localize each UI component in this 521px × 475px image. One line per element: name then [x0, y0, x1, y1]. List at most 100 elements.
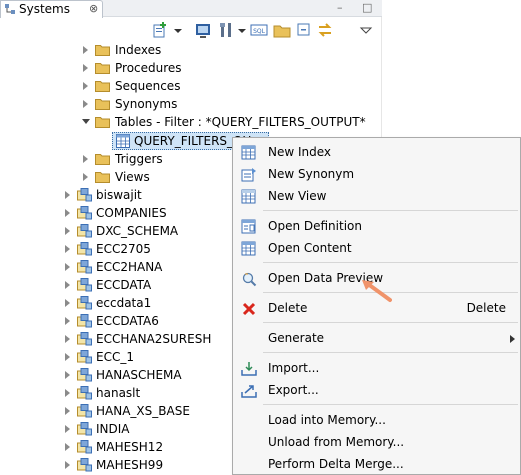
dropdown-chevron-icon[interactable]: [169, 21, 182, 39]
tree-item-indexes[interactable]: Indexes: [80, 41, 280, 59]
menu-item-open-definition[interactable]: Open Definition: [233, 215, 520, 237]
delete-icon: [242, 302, 256, 316]
folder-open-icon: [95, 117, 110, 128]
open-definition-icon: [241, 219, 256, 234]
schema-icon: [77, 296, 92, 310]
menu-item-open-content[interactable]: Open Content: [233, 237, 520, 259]
expand-icon[interactable]: [65, 245, 70, 253]
tree-item-schema[interactable]: HANA_XS_BASE: [62, 402, 232, 420]
dropdown-chevron-icon[interactable]: [233, 21, 246, 39]
expand-icon[interactable]: [65, 209, 70, 217]
menu-item-export[interactable]: Export...: [233, 379, 520, 401]
tree-item-schema[interactable]: INDIA: [62, 420, 232, 438]
tree-item-label: Triggers: [115, 152, 163, 166]
folder-icon: [95, 172, 110, 183]
sql-console-icon[interactable]: [194, 21, 212, 39]
folder-icon: [95, 81, 110, 92]
tree-item-label: Sequences: [115, 79, 181, 93]
menu-item-unload-from-memory[interactable]: Unload from Memory...: [233, 431, 520, 453]
tree-item-label: Synonyms: [115, 97, 178, 111]
expand-icon[interactable]: [83, 173, 88, 181]
schema-icon: [77, 188, 92, 202]
expand-icon[interactable]: [65, 353, 70, 361]
expand-icon[interactable]: [65, 299, 70, 307]
expand-icon[interactable]: [83, 46, 88, 54]
expand-icon[interactable]: [83, 100, 88, 108]
tree-item-schema[interactable]: COMPANIES: [62, 204, 232, 222]
tree-item-schema[interactable]: MAHESH12: [62, 438, 232, 456]
folder-icon: [95, 45, 110, 56]
tree-item-schema[interactable]: eccdata1: [62, 294, 232, 312]
sql-icon[interactable]: SQL: [250, 21, 268, 39]
expand-icon[interactable]: [65, 335, 70, 343]
expand-icon[interactable]: [65, 389, 70, 397]
menu-item-new-index[interactable]: New Index: [233, 141, 520, 163]
tree-item-sequences[interactable]: Sequences: [80, 77, 280, 95]
collapse-icon[interactable]: [82, 119, 90, 124]
close-icon[interactable]: ⊗: [89, 1, 98, 17]
tree-item-schema[interactable]: hanaslt: [62, 384, 232, 402]
schema-icon: [77, 404, 92, 418]
annotation-arrow-icon: [362, 280, 392, 302]
systems-icon: [5, 4, 15, 14]
expand-icon[interactable]: [65, 371, 70, 379]
import-icon: [241, 362, 257, 376]
menu-item-generate[interactable]: Generate: [233, 327, 520, 349]
schema-icon: [77, 422, 92, 436]
expand-icon[interactable]: [65, 407, 70, 415]
tree-item-schema[interactable]: ECCDATA6: [62, 312, 232, 330]
tree-item-schema[interactable]: biswajit: [62, 186, 232, 204]
menu-item-import[interactable]: Import...: [233, 357, 520, 379]
tree-item-synonyms[interactable]: Synonyms: [80, 95, 280, 113]
schema-icon: [77, 260, 92, 274]
open-content-icon: [241, 241, 256, 256]
tree-item-schema[interactable]: ECC2HANA: [62, 258, 232, 276]
add-system-icon[interactable]: [151, 21, 169, 39]
menu-item-perform-delta-merge[interactable]: Perform Delta Merge...: [233, 453, 520, 475]
tree-item-procedures[interactable]: Procedures: [80, 59, 280, 77]
tab-systems[interactable]: Systems ⊗: [0, 0, 103, 18]
view-window-controls[interactable]: – □: [337, 1, 380, 14]
tree-item-label: MAHESH99: [96, 458, 164, 472]
menu-item-label: Import...: [268, 361, 320, 375]
menu-item-load-into-memory[interactable]: Load into Memory...: [233, 409, 520, 431]
tree-item-label: ECCDATA6: [96, 314, 159, 328]
schema-icon: [77, 332, 92, 346]
new-index-icon: [241, 145, 256, 160]
tree-item-tables[interactable]: Tables - Filter : *QUERY_FILTERS_OUTPUT*: [80, 113, 380, 131]
schema-icon: [77, 206, 92, 220]
expand-icon[interactable]: [65, 281, 70, 289]
submenu-arrow-icon: [510, 335, 515, 343]
expand-icon[interactable]: [65, 443, 70, 451]
expand-icon[interactable]: [83, 82, 88, 90]
tree-item-schema[interactable]: HANASCHEMA: [62, 366, 232, 384]
tree-item-schema[interactable]: ECC2705: [62, 240, 232, 258]
collapse-all-icon[interactable]: [295, 21, 313, 39]
expand-icon[interactable]: [65, 425, 70, 433]
new-view-icon: [241, 189, 256, 204]
tree-item-schema[interactable]: ECCDATA: [62, 276, 232, 294]
menu-item-label: New Synonym: [268, 167, 355, 181]
schema-icon: [77, 278, 92, 292]
table-icon: [116, 134, 130, 148]
tree-item-schema[interactable]: DXC_SCHEMA: [62, 222, 232, 240]
expand-icon[interactable]: [83, 155, 88, 163]
menu-item-new-view[interactable]: New View: [233, 185, 520, 207]
view-menu-icon[interactable]: [357, 21, 373, 39]
tree-item-schema[interactable]: ECCHANA2SURESH: [62, 330, 232, 348]
expand-icon[interactable]: [65, 263, 70, 271]
link-with-editor-icon[interactable]: [316, 21, 334, 39]
export-icon: [241, 385, 257, 398]
expand-icon[interactable]: [83, 64, 88, 72]
tree-item-schema[interactable]: ECC_1: [62, 348, 232, 366]
menu-separator: [263, 352, 518, 353]
expand-icon[interactable]: [65, 191, 70, 199]
new-synonym-icon: [241, 168, 256, 182]
tree-item-schema[interactable]: MAHESH99: [62, 456, 232, 474]
expand-icon[interactable]: [65, 227, 70, 235]
open-folder-icon[interactable]: [273, 21, 291, 39]
expand-icon[interactable]: [65, 461, 70, 469]
menu-item-new-synonym[interactable]: New Synonym: [233, 163, 520, 185]
expand-icon[interactable]: [65, 317, 70, 325]
tree-item-label: DXC_SCHEMA: [96, 224, 179, 238]
